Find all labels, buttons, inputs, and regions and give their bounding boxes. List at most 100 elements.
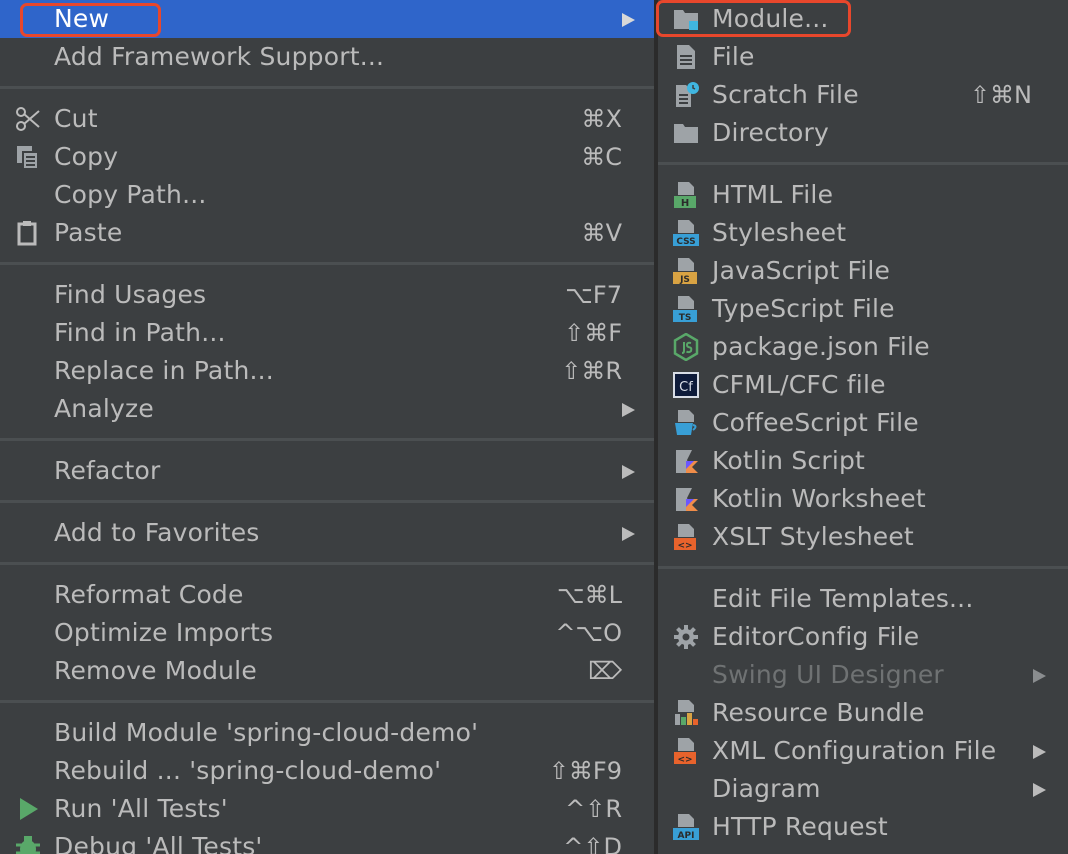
menu-item-label: CoffeeScript File bbox=[712, 408, 919, 437]
menu-item-add-framework-support[interactable]: Add Framework Support... bbox=[0, 38, 654, 76]
menu-item-label: Remove Module bbox=[54, 656, 257, 685]
menu-item-find-in-path[interactable]: Find in Path... ⇧⌘F bbox=[0, 314, 654, 352]
menu-item-html-file[interactable]: H HTML File bbox=[658, 176, 1068, 214]
coldfusion-icon: Cf bbox=[673, 372, 699, 398]
menu-item-optimize-imports[interactable]: Optimize Imports ^⌥O bbox=[0, 614, 654, 652]
xml-badge-text: <> bbox=[677, 755, 692, 765]
menu-item-find-usages[interactable]: Find Usages ⌥F7 bbox=[0, 276, 654, 314]
menu-item-label: Stylesheet bbox=[712, 218, 847, 247]
kotlin-worksheet-icon bbox=[676, 488, 698, 511]
submenu-arrow-icon bbox=[622, 527, 635, 541]
menu-item-remove-module[interactable]: Remove Module ⌦ bbox=[0, 652, 654, 690]
menu-item-add-to-favorites[interactable]: Add to Favorites bbox=[0, 514, 654, 552]
menu-item-edit-file-templates[interactable]: Edit File Templates... bbox=[658, 580, 1068, 618]
submenu-arrow-icon bbox=[622, 13, 635, 27]
scratch-file-icon bbox=[676, 82, 699, 107]
menu-item-kotlin-script[interactable]: Kotlin Script bbox=[658, 442, 1068, 480]
menu-item-cfml-cfc-file[interactable]: Cf CFML/CFC file bbox=[658, 366, 1068, 404]
menu-item-debug-all-tests[interactable]: Debug 'All Tests' ^⇧D bbox=[0, 828, 654, 854]
context-menu: New Add Framework Support... Cut ⌘X Copy… bbox=[0, 0, 654, 854]
menu-item-file[interactable]: File bbox=[658, 38, 1068, 76]
submenu-arrow-icon bbox=[1033, 783, 1046, 797]
menu-item-label: Find Usages bbox=[54, 280, 207, 309]
menu-item-refactor[interactable]: Refactor bbox=[0, 452, 654, 490]
submenu-arrow-icon bbox=[622, 403, 635, 417]
menu-item-typescript-file[interactable]: TS TypeScript File bbox=[658, 290, 1068, 328]
menu-item-package-json-file[interactable]: package.json File bbox=[658, 328, 1068, 366]
xml-file-icon: <> bbox=[674, 738, 696, 765]
html-badge-text: H bbox=[681, 198, 689, 209]
menu-item-label: Find in Path... bbox=[54, 318, 226, 347]
debug-bug-icon bbox=[16, 836, 40, 854]
menu-item-kotlin-worksheet[interactable]: Kotlin Worksheet bbox=[658, 480, 1068, 518]
menu-item-shortcut: ⌘C bbox=[581, 143, 622, 171]
menu-item-shortcut: ⌘V bbox=[581, 219, 622, 247]
javascript-file-icon: JS bbox=[673, 258, 697, 285]
menu-item-shortcut: ⇧⌘F bbox=[564, 319, 622, 347]
menu-item-label: Edit File Templates... bbox=[712, 584, 974, 613]
menu-item-label: File bbox=[712, 42, 755, 71]
menu-item-resource-bundle[interactable]: Resource Bundle bbox=[658, 694, 1068, 732]
highlight-outline-module bbox=[656, 0, 851, 37]
menu-item-paste[interactable]: Paste ⌘V bbox=[0, 214, 654, 252]
menu-item-label: XSLT Stylesheet bbox=[712, 522, 914, 551]
menu-item-label: CFML/CFC file bbox=[712, 370, 886, 399]
menu-item-label: Analyze bbox=[54, 394, 154, 423]
menu-item-stylesheet[interactable]: CSS Stylesheet bbox=[658, 214, 1068, 252]
menu-item-label: Run 'All Tests' bbox=[54, 794, 228, 823]
menu-item-label: JavaScript File bbox=[712, 256, 891, 285]
menu-item-label: Directory bbox=[712, 118, 830, 147]
menu-item-shortcut: ⇧⌘F9 bbox=[548, 757, 622, 785]
menu-separator bbox=[658, 556, 1068, 580]
menu-item-replace-in-path[interactable]: Replace in Path... ⇧⌘R bbox=[0, 352, 654, 390]
menu-item-label: Resource Bundle bbox=[712, 698, 925, 727]
menu-item-label: EditorConfig File bbox=[712, 622, 920, 651]
menu-item-cut[interactable]: Cut ⌘X bbox=[0, 100, 654, 138]
menu-item-http-request[interactable]: API HTTP Request bbox=[658, 808, 1068, 846]
menu-item-diagram[interactable]: Diagram bbox=[658, 770, 1068, 808]
xslt-badge-text: <> bbox=[677, 541, 692, 551]
coffeescript-icon bbox=[675, 410, 697, 435]
menu-item-directory[interactable]: Directory bbox=[658, 114, 1068, 152]
menu-item-label: Copy bbox=[54, 142, 119, 171]
menu-item-label: Scratch File bbox=[712, 80, 859, 109]
menu-item-xslt-stylesheet[interactable]: <> XSLT Stylesheet bbox=[658, 518, 1068, 556]
menu-item-label: Kotlin Script bbox=[712, 446, 866, 475]
menu-item-shortcut: ^⌥O bbox=[555, 619, 622, 647]
submenu-arrow-icon bbox=[1033, 669, 1046, 683]
menu-item-shortcut: ⌦ bbox=[588, 657, 622, 685]
menu-item-copy[interactable]: Copy ⌘C bbox=[0, 138, 654, 176]
menu-item-label: package.json File bbox=[712, 332, 930, 361]
api-file-icon: API bbox=[673, 814, 699, 841]
menu-item-editorconfig-file[interactable]: EditorConfig File bbox=[658, 618, 1068, 656]
menu-item-label: Rebuild ... 'spring-cloud-demo' bbox=[54, 756, 442, 785]
menu-separator bbox=[0, 490, 654, 514]
menu-item-label: Refactor bbox=[54, 456, 161, 485]
menu-item-shortcut: ⌘X bbox=[581, 105, 622, 133]
menu-item-run-all-tests[interactable]: Run 'All Tests' ^⇧R bbox=[0, 790, 654, 828]
menu-item-shortcut: ⇧⌘N bbox=[969, 81, 1032, 109]
run-play-icon bbox=[20, 798, 38, 820]
menu-item-coffeescript-file[interactable]: CoffeeScript File bbox=[658, 404, 1068, 442]
menu-item-reformat-code[interactable]: Reformat Code ⌥⌘L bbox=[0, 576, 654, 614]
menu-item-swing-ui-designer[interactable]: Swing UI Designer bbox=[658, 656, 1068, 694]
html-file-icon: H bbox=[674, 182, 696, 209]
menu-item-xml-configuration-file[interactable]: <> XML Configuration File bbox=[658, 732, 1068, 770]
menu-item-scratch-file[interactable]: Scratch File ⇧⌘N bbox=[658, 76, 1068, 114]
menu-item-analyze[interactable]: Analyze bbox=[0, 390, 654, 428]
menu-item-build-module[interactable]: Build Module 'spring-cloud-demo' bbox=[0, 714, 654, 752]
menu-item-label: Reformat Code bbox=[54, 580, 244, 609]
menu-item-copy-path[interactable]: Copy Path... bbox=[0, 176, 654, 214]
menu-item-label: Paste bbox=[54, 218, 123, 247]
menu-item-javascript-file[interactable]: JS JavaScript File bbox=[658, 252, 1068, 290]
menu-item-shortcut: ⌥⌘L bbox=[556, 581, 622, 609]
menu-separator bbox=[0, 690, 654, 714]
menu-item-label: Kotlin Worksheet bbox=[712, 484, 926, 513]
menu-item-rebuild-module[interactable]: Rebuild ... 'spring-cloud-demo' ⇧⌘F9 bbox=[0, 752, 654, 790]
menu-item-label: Optimize Imports bbox=[54, 618, 274, 647]
js-badge-text: JS bbox=[679, 275, 690, 285]
menu-item-label: Swing UI Designer bbox=[712, 660, 944, 689]
submenu-arrow-icon bbox=[1033, 745, 1046, 759]
menu-item-label: XML Configuration File bbox=[712, 736, 997, 765]
menu-item-label: Diagram bbox=[712, 774, 821, 803]
